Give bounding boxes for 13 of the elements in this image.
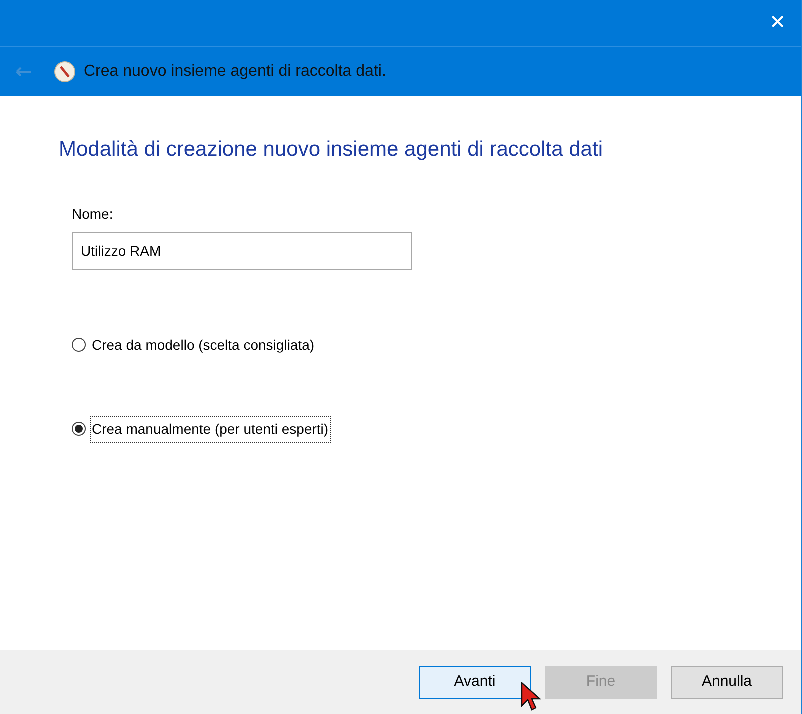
close-button[interactable]: ✕ <box>755 0 801 46</box>
radio-button[interactable] <box>72 338 86 352</box>
page-heading: Modalità di creazione nuovo insieme agenti di raccolta dati <box>59 137 604 163</box>
radio-label[interactable]: Crea manualmente (per utenti esperti) <box>90 416 331 442</box>
mouse-cursor-icon <box>521 682 541 712</box>
radio-label[interactable]: Crea da modello (scelta consigliata) <box>90 332 317 358</box>
radio-button[interactable] <box>72 422 86 436</box>
name-field[interactable]: Utilizzo RAM <box>72 232 412 270</box>
gauge-icon <box>54 60 76 82</box>
dialog-button[interactable]: Avanti <box>419 666 531 698</box>
dialog-button[interactable]: Annulla <box>671 666 783 698</box>
name-label: Nome: <box>72 204 114 224</box>
wizard-title: Crea nuovo insieme agenti di raccolta dati. <box>84 62 386 82</box>
